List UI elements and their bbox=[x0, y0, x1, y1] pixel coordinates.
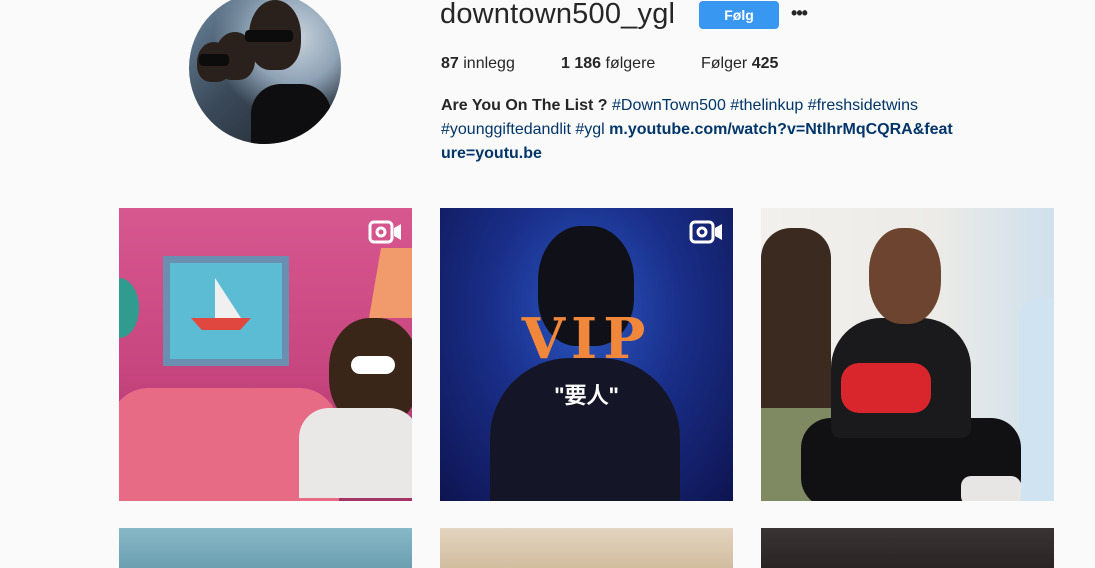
post-image-figure bbox=[119, 278, 139, 338]
followers-stat[interactable]: 1 186 følgere bbox=[561, 55, 655, 73]
profile-username: downtown500_ygl bbox=[440, 0, 676, 30]
more-options-icon[interactable]: ••• bbox=[789, 2, 809, 24]
avatar-jacket bbox=[251, 84, 331, 144]
hashtag-link[interactable]: #ygl bbox=[575, 121, 604, 138]
followers-count: 1 186 bbox=[561, 55, 602, 72]
post-image-glasses bbox=[351, 356, 395, 374]
post-tile[interactable] bbox=[761, 528, 1054, 568]
posts-stat: 87 innlegg bbox=[441, 55, 515, 73]
post-tile[interactable] bbox=[761, 208, 1054, 501]
post-image-shoe bbox=[961, 476, 1021, 501]
post-tile[interactable] bbox=[440, 528, 733, 568]
following-stat[interactable]: Følger 425 bbox=[701, 55, 778, 73]
post-title: VIP bbox=[521, 306, 652, 372]
hashtag-link[interactable]: #younggiftedandlit bbox=[441, 121, 571, 138]
following-label: Følger bbox=[701, 55, 748, 72]
post-tile[interactable] bbox=[119, 208, 412, 501]
post-image-head bbox=[869, 228, 941, 324]
following-count: 425 bbox=[751, 55, 779, 72]
post-image-person bbox=[1019, 298, 1054, 501]
post-tile[interactable]: VIP "要人" bbox=[440, 208, 733, 501]
video-camera-icon bbox=[368, 220, 401, 244]
posts-label: innlegg bbox=[463, 55, 515, 72]
follow-button[interactable]: Følg bbox=[699, 1, 779, 29]
hashtag-link[interactable]: #freshsidetwins bbox=[808, 97, 918, 114]
post-image-arm bbox=[299, 408, 412, 498]
post-image-person bbox=[761, 228, 831, 408]
profile-avatar[interactable] bbox=[189, 0, 341, 144]
post-image-lamp bbox=[369, 248, 412, 318]
video-camera-icon bbox=[689, 220, 722, 244]
avatar-blindfold bbox=[245, 30, 293, 42]
hashtag-link[interactable]: #DownTown500 bbox=[612, 97, 726, 114]
post-image-bag bbox=[841, 363, 931, 413]
post-tile[interactable] bbox=[119, 528, 412, 568]
posts-count: 87 bbox=[441, 55, 459, 72]
profile-bio: Are You On The List ? #DownTown500 #thel… bbox=[441, 94, 961, 166]
hashtag-link[interactable]: #thelinkup bbox=[730, 97, 803, 114]
post-subtitle: "要人" bbox=[554, 383, 619, 408]
bio-name: Are You On The List ? bbox=[441, 97, 608, 114]
followers-label: følgere bbox=[605, 55, 656, 72]
avatar-blindfold bbox=[199, 54, 229, 66]
